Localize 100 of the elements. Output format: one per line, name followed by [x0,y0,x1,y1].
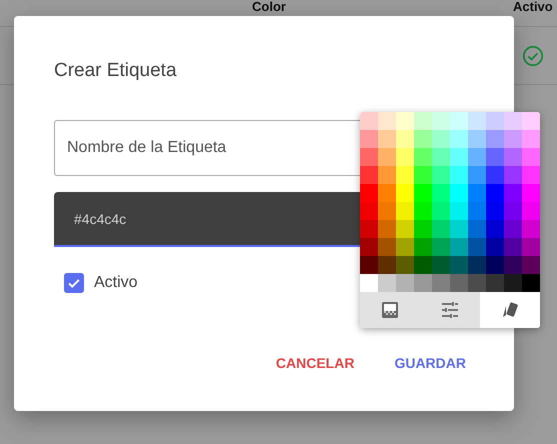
color-swatch[interactable] [504,220,522,238]
color-swatch[interactable] [360,166,378,184]
color-swatch[interactable] [432,256,450,274]
color-swatch[interactable] [396,202,414,220]
color-swatch[interactable] [432,184,450,202]
color-swatch[interactable] [486,256,504,274]
color-swatch[interactable] [414,166,432,184]
color-swatch[interactable] [378,202,396,220]
color-swatch[interactable] [396,112,414,130]
color-swatch[interactable] [360,220,378,238]
color-swatch[interactable] [468,130,486,148]
color-swatch[interactable] [432,220,450,238]
color-swatch[interactable] [468,274,486,292]
color-swatch[interactable] [432,130,450,148]
color-swatch[interactable] [486,166,504,184]
color-swatch[interactable] [468,220,486,238]
color-swatch[interactable] [414,202,432,220]
color-swatch[interactable] [378,130,396,148]
color-swatch[interactable] [504,238,522,256]
color-swatch[interactable] [486,184,504,202]
color-swatch[interactable] [414,274,432,292]
color-swatch[interactable] [396,274,414,292]
color-swatch[interactable] [378,184,396,202]
color-swatch[interactable] [468,238,486,256]
color-swatch[interactable] [396,166,414,184]
color-swatch[interactable] [450,274,468,292]
color-swatch[interactable] [396,148,414,166]
color-swatch[interactable] [432,148,450,166]
color-swatch[interactable] [522,130,540,148]
color-swatch[interactable] [450,130,468,148]
color-swatch[interactable] [450,184,468,202]
color-swatch[interactable] [504,274,522,292]
color-swatch[interactable] [504,112,522,130]
color-swatch[interactable] [450,256,468,274]
color-swatch[interactable] [450,220,468,238]
color-swatch[interactable] [432,202,450,220]
color-swatch[interactable] [378,148,396,166]
color-swatch[interactable] [522,220,540,238]
color-swatch[interactable] [414,256,432,274]
color-swatch[interactable] [450,148,468,166]
color-swatch[interactable] [450,202,468,220]
color-swatch[interactable] [504,202,522,220]
cancel-button[interactable]: CANCELAR [268,349,362,377]
color-swatch[interactable] [360,148,378,166]
color-swatch[interactable] [360,238,378,256]
color-swatch[interactable] [450,166,468,184]
color-swatch[interactable] [396,238,414,256]
color-swatch[interactable] [432,274,450,292]
color-swatch[interactable] [486,220,504,238]
color-swatch[interactable] [504,166,522,184]
color-swatch[interactable] [378,238,396,256]
color-swatch[interactable] [522,202,540,220]
color-swatch[interactable] [504,256,522,274]
color-swatch[interactable] [360,184,378,202]
color-swatch[interactable] [504,130,522,148]
color-swatch[interactable] [486,202,504,220]
color-swatch[interactable] [378,166,396,184]
color-swatch[interactable] [360,130,378,148]
color-swatch[interactable] [378,274,396,292]
color-swatch[interactable] [522,274,540,292]
color-swatch[interactable] [522,184,540,202]
color-swatch[interactable] [378,256,396,274]
color-swatch[interactable] [486,148,504,166]
color-swatch[interactable] [396,184,414,202]
save-button[interactable]: GUARDAR [386,349,474,377]
color-swatch[interactable] [360,112,378,130]
color-swatch[interactable] [486,274,504,292]
palette-tab[interactable] [360,292,420,328]
color-swatch[interactable] [414,112,432,130]
color-swatch[interactable] [522,238,540,256]
color-swatch[interactable] [522,112,540,130]
color-swatch[interactable] [432,238,450,256]
color-swatch[interactable] [468,256,486,274]
color-swatch[interactable] [414,148,432,166]
color-swatch[interactable] [522,166,540,184]
color-swatch[interactable] [522,148,540,166]
color-swatch[interactable] [522,256,540,274]
color-swatch[interactable] [468,202,486,220]
color-swatch[interactable] [360,202,378,220]
color-swatch[interactable] [432,166,450,184]
color-swatch[interactable] [414,238,432,256]
color-swatch[interactable] [378,220,396,238]
checkbox[interactable] [64,273,84,293]
color-swatch[interactable] [468,148,486,166]
color-swatch[interactable] [468,166,486,184]
color-swatch[interactable] [504,148,522,166]
color-swatch[interactable] [432,112,450,130]
color-swatch[interactable] [450,112,468,130]
color-swatch[interactable] [450,238,468,256]
color-swatch[interactable] [396,220,414,238]
color-swatch[interactable] [414,220,432,238]
color-swatch[interactable] [414,184,432,202]
color-swatch[interactable] [396,130,414,148]
color-swatch[interactable] [378,112,396,130]
color-swatch[interactable] [486,130,504,148]
color-swatch[interactable] [468,112,486,130]
color-swatch[interactable] [486,238,504,256]
color-swatch[interactable] [468,184,486,202]
color-swatch[interactable] [504,184,522,202]
color-swatch[interactable] [414,130,432,148]
